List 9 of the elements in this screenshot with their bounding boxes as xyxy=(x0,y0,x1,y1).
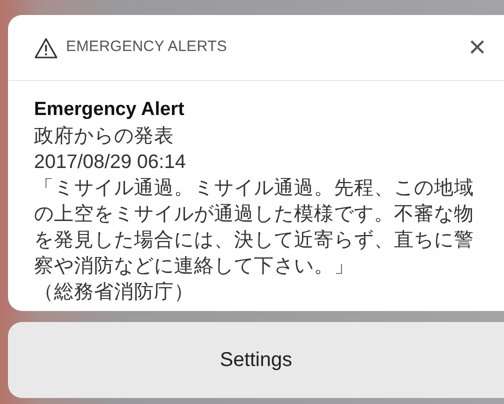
source-text: （総務省消防庁） xyxy=(34,280,195,305)
sender-text: 政府からの発表 xyxy=(34,124,175,149)
timestamp: 2017/08/29 06:14 xyxy=(34,150,187,175)
warning-icon xyxy=(34,36,58,58)
app-name: EMERGENCY ALERTS xyxy=(66,37,228,58)
alert-message: 「ミサイル通過。ミサイル通過。先程、この地域の上空をミサイルが通過した模様です。不審な物を発見した場合には、決して近寄らず、直ちに警察や消防などに連絡して下さい。」 xyxy=(34,176,475,279)
close-button[interactable]: × xyxy=(468,32,486,62)
alert-title: Emergency Alert xyxy=(34,98,186,122)
settings-button[interactable]: Settings xyxy=(8,322,504,398)
